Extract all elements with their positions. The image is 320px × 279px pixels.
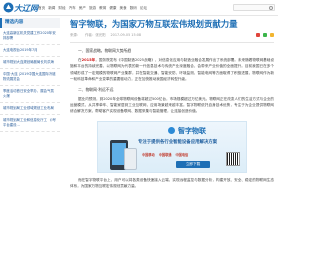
- article-paragraph: 在2015年，国务院发布《中国制造2025战略》，对信息化应用与制造业融合发展作…: [70, 58, 274, 82]
- article-title: 智字物联，为国家万物互联宏伟规划贡献力量: [70, 19, 238, 29]
- nav-item-auto[interactable]: 汽车: [69, 5, 76, 11]
- article-paragraph: 据业内预测，到2020年全球物联网设备将超过500亿台，市场规模超过万亿美元。物…: [70, 96, 274, 114]
- section-heading: 二、物联网·利远不远: [78, 86, 114, 92]
- sidebar-item[interactable]: 城市规划局工业和信息化厅工 《I号平台建设...: [0, 115, 60, 132]
- share-bar: [256, 32, 274, 38]
- phone-image: [124, 147, 137, 170]
- sidebar-item[interactable]: 城市规划大连规划局副局长刘洪海: [0, 57, 60, 69]
- article-paragraph: 而在智字物联平台上，用户可以将各类设备快速接入云端，实现远程监控与数据分析，构建…: [70, 177, 274, 189]
- site-header: 大辽网 首页 新闻 财经 汽车 房产 旅游 教育 健康 美食 数码 论坛: [0, 0, 278, 16]
- nav-item-home[interactable]: 首页: [38, 5, 45, 11]
- share-qzone-icon[interactable]: [270, 33, 274, 37]
- brand-logo-icon: [168, 126, 175, 134]
- search-input[interactable]: [233, 4, 275, 11]
- sidebar-item-label: 城市规划大连规划局副局长刘洪海: [3, 60, 54, 64]
- nav-item-health[interactable]: 健康: [109, 5, 116, 11]
- sidebar-item[interactable]: 季度活动首日安全举办，展会气氛火爆: [0, 86, 60, 103]
- sidebar-item[interactable]: 中国·大连 |2019中国大连国际冷链物流展览会: [0, 69, 60, 86]
- sidebar-item[interactable]: 大连高新区机关党建工作2020年安排部署: [0, 28, 60, 45]
- sidebar-item-label: 大连高新区机关党建工作2020年安排部署: [3, 31, 56, 40]
- article-source: 来源：: [70, 33, 81, 37]
- nav-item-edu[interactable]: 教育: [99, 5, 106, 11]
- logo-icon: [3, 2, 14, 13]
- article: 智字物联，为国家万物互联宏伟规划贡献力量 来源： 作者：张光阳 2017-09-…: [70, 18, 274, 279]
- nav-item-house[interactable]: 房产: [79, 5, 86, 11]
- nav-item-digital[interactable]: 数码: [130, 5, 137, 11]
- banner-brand: 智字物联: [178, 126, 206, 135]
- search-icon[interactable]: [269, 6, 273, 10]
- nav-item-finance[interactable]: 财经: [58, 5, 65, 11]
- nav-item-travel[interactable]: 旅游: [89, 5, 96, 11]
- partner-logo: 中国联通: [158, 152, 172, 157]
- sidebar-item-label: 中国·大连 |2019中国大连国际冷链物流展览会: [3, 72, 56, 81]
- title-divider: [70, 42, 274, 43]
- article-author: 作者：张光阳: [85, 33, 106, 37]
- partner-logo: 中国移动: [142, 152, 155, 157]
- nav-item-news[interactable]: 新闻: [48, 5, 55, 11]
- highlight-year: 2015年: [81, 58, 96, 62]
- sidebar-title: 精选内容: [0, 18, 60, 28]
- sidebar-item[interactable]: 大连电视台2019年7月: [0, 45, 60, 57]
- section-heading: 一、国家战略，物联网大势所趋: [78, 48, 132, 53]
- main-nav: 首页 新闻 财经 汽车 房产 旅游 教育 健康 美食 数码 论坛: [38, 5, 147, 11]
- sidebar-item[interactable]: 城市规划局工业领域规划工业布局: [0, 103, 60, 115]
- sidebar-item-label: 城市规划局工业领域规划工业布局: [3, 106, 54, 110]
- logo-text: 大辽网: [14, 4, 38, 13]
- sidebar-item-label: 大连电视台2019年7月: [3, 48, 38, 52]
- download-button[interactable]: 立即下载: [176, 160, 210, 168]
- ad-banner[interactable]: 智字物联 专注于提供各行业智能设备应用解决方案 中国移动 中国联通 中国电信 立…: [97, 120, 247, 173]
- sidebar-item-label: 城市规划局工业和信息化厅工 《I号平台建设...: [3, 118, 56, 127]
- partner-logos: 中国移动 中国联通 中国电信: [142, 152, 188, 157]
- nav-item-food[interactable]: 美食: [120, 5, 127, 11]
- article-meta: 来源： 作者：张光阳 2017-09-05 15:08: [70, 32, 274, 38]
- article-date: 2017-09-05 15:08: [110, 33, 142, 37]
- share-wechat-icon[interactable]: [263, 33, 267, 37]
- partner-logo: 中国电信: [175, 152, 189, 157]
- banner-slogan: 专注于提供各行业智能设备应用解决方案: [138, 139, 218, 145]
- sidebar: 精选内容 大连高新区机关党建工作2020年安排部署 大连电视台2019年7月 城…: [0, 18, 60, 279]
- qr-code-icon: [226, 151, 240, 166]
- share-weibo-icon[interactable]: [256, 33, 260, 37]
- nav-item-forum[interactable]: 论坛: [140, 5, 147, 11]
- sidebar-item-label: 季度活动首日安全举办，展会气氛火爆: [3, 89, 54, 98]
- site-logo[interactable]: 大辽网: [3, 2, 38, 14]
